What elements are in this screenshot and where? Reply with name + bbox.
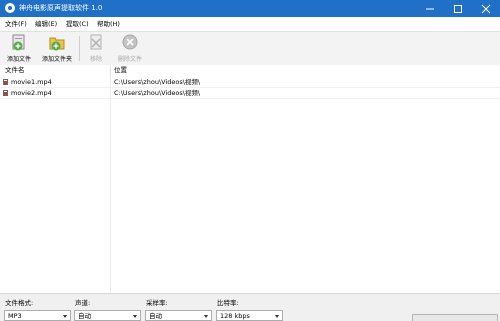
video-file-icon xyxy=(3,90,8,96)
add-folder-label: 添加文件夹 xyxy=(41,56,72,63)
toolbar-separator xyxy=(79,36,80,61)
menu-edit[interactable]: 编辑(E) xyxy=(35,19,57,29)
file-name: movie2.mp4 xyxy=(11,89,52,97)
bitrate-label: 比特率: xyxy=(217,299,239,307)
menu-extract[interactable]: 提取(C) xyxy=(66,19,89,29)
channel-label: 声道: xyxy=(75,299,91,307)
chevron-down-icon xyxy=(63,315,67,318)
close-icon xyxy=(481,4,491,14)
file-location: C:\Users\zhou\Videos\视频\ xyxy=(114,78,201,86)
maximize-button[interactable] xyxy=(444,0,472,17)
column-header-filename[interactable]: 文件名 xyxy=(5,65,25,76)
add-folder-button[interactable]: 添加文件夹 xyxy=(37,33,77,64)
toolbar: 添加文件 添加文件夹 移除 删除文件 xyxy=(0,31,500,66)
column-gridline xyxy=(110,76,111,293)
file-location: C:\Users\zhou\Videos\视频\ xyxy=(114,89,201,97)
menu-bar: 文件(F) 编辑(E) 提取(C) 帮助(H) xyxy=(0,17,500,31)
minimize-icon xyxy=(426,8,434,10)
add-file-button[interactable]: 添加文件 xyxy=(2,33,36,64)
format-label: 文件格式: xyxy=(5,299,34,307)
delete-file-button[interactable]: 删除文件 xyxy=(113,33,147,64)
maximize-icon xyxy=(454,5,462,13)
channel-select[interactable]: 自动 xyxy=(74,310,141,321)
chevron-down-icon xyxy=(275,315,279,318)
add-folder-icon xyxy=(49,37,65,51)
add-file-label: 添加文件 xyxy=(6,56,31,63)
minimize-button[interactable] xyxy=(416,0,444,17)
menu-file[interactable]: 文件(F) xyxy=(5,19,27,29)
video-file-icon xyxy=(3,79,8,85)
file-name: movie1.mp4 xyxy=(11,78,52,86)
settings-panel: 文件格式: MP3 声道: 自动 采样率: 自动 比特率: 128 kbps xyxy=(0,293,500,321)
bitrate-select[interactable]: 128 kbps xyxy=(216,310,283,321)
format-select[interactable]: MP3 xyxy=(4,310,71,321)
column-header-location[interactable]: 位置 xyxy=(114,65,127,76)
file-list[interactable]: 文件名 位置 movie1.mp4 C:\Users\zhou\Videos\视… xyxy=(0,65,500,293)
remove-label: 移除 xyxy=(89,56,102,63)
sample-rate-label: 采样率: xyxy=(146,299,168,307)
delete-file-label: 删除文件 xyxy=(117,56,142,63)
remove-icon xyxy=(90,34,102,50)
remove-button[interactable]: 移除 xyxy=(82,33,110,64)
list-item[interactable]: movie2.mp4 C:\Users\zhou\Videos\视频\ xyxy=(0,88,500,99)
menu-help[interactable]: 帮助(H) xyxy=(97,19,120,29)
column-divider[interactable] xyxy=(110,65,111,76)
chevron-down-icon xyxy=(204,315,208,318)
chevron-down-icon xyxy=(133,315,137,318)
add-file-icon xyxy=(12,34,25,51)
sample-rate-select[interactable]: 自动 xyxy=(145,310,212,321)
delete-icon xyxy=(122,34,138,50)
title-bar: 神舟电影原声提取软件 1.0 xyxy=(0,0,500,17)
app-icon xyxy=(5,3,15,13)
window-title: 神舟电影原声提取软件 1.0 xyxy=(19,4,103,12)
list-item[interactable]: movie1.mp4 C:\Users\zhou\Videos\视频\ xyxy=(0,77,500,88)
close-button[interactable] xyxy=(472,0,500,17)
